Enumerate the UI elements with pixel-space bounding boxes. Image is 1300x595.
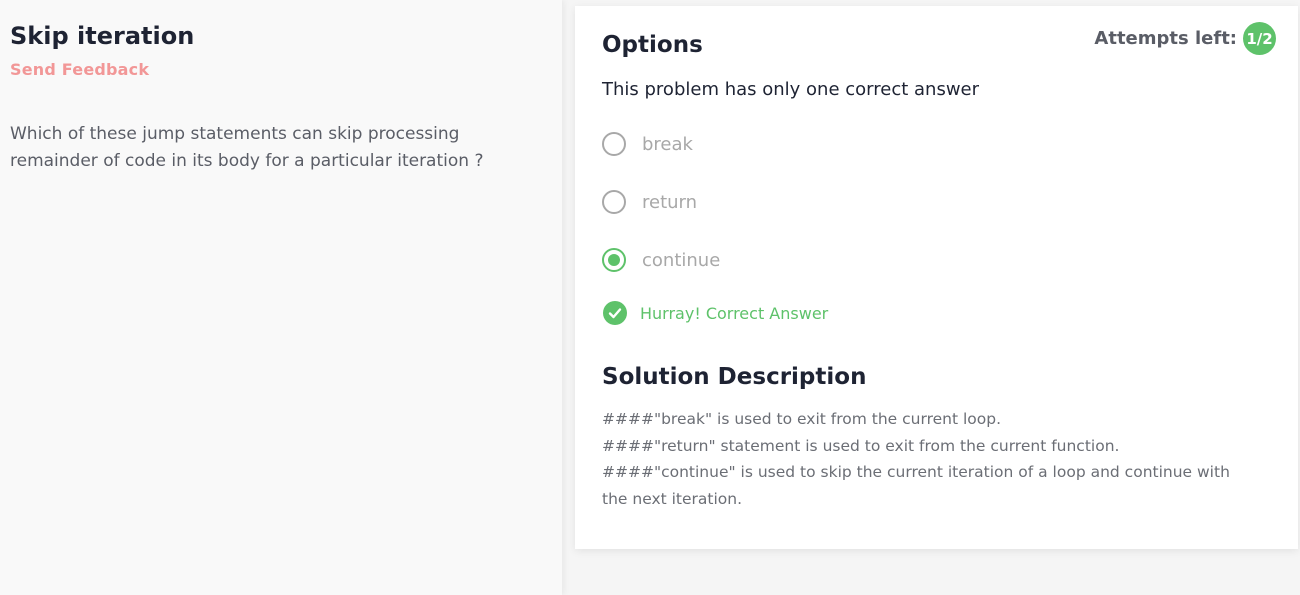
attempts-indicator: Attempts left: 1/2 (1094, 22, 1276, 55)
problem-pane: Skip iteration Send Feedback Which of th… (0, 0, 562, 595)
send-feedback-link[interactable]: Send Feedback (10, 60, 149, 79)
question-text: Which of these jump statements can skip … (10, 124, 484, 171)
option-label: break (642, 133, 693, 155)
option-label: continue (642, 249, 721, 271)
answer-type-note: This problem has only one correct answer (602, 79, 980, 100)
option-break[interactable]: break (602, 132, 693, 156)
option-return[interactable]: return (602, 190, 697, 214)
solution-heading: Solution Description (602, 364, 867, 390)
attempts-badge: 1/2 (1243, 22, 1276, 55)
option-label: return (642, 191, 698, 213)
radio-dot (608, 254, 620, 266)
solution-line: ####"continue" is used to skip the curre… (602, 463, 1230, 508)
feedback-text: Hurray! Correct Answer (640, 303, 829, 323)
options-heading: Options (602, 32, 703, 58)
attempts-label: Attempts left: (1094, 28, 1237, 49)
solution-description: ####"break" is used to exit from the cur… (602, 406, 1252, 512)
radio-button[interactable] (602, 132, 626, 156)
options-card: Options Attempts left: 1/2 This problem … (575, 6, 1298, 549)
problem-title: Skip iteration (10, 22, 195, 50)
radio-button[interactable] (602, 190, 626, 214)
option-continue[interactable]: continue (602, 248, 720, 272)
check-circle-icon (603, 301, 627, 325)
answer-feedback: Hurray! Correct Answer (603, 301, 828, 325)
solution-line: ####"break" is used to exit from the cur… (602, 410, 1002, 428)
radio-button-selected[interactable] (602, 248, 626, 272)
solution-line: ####"return" statement is used to exit f… (602, 436, 1120, 455)
